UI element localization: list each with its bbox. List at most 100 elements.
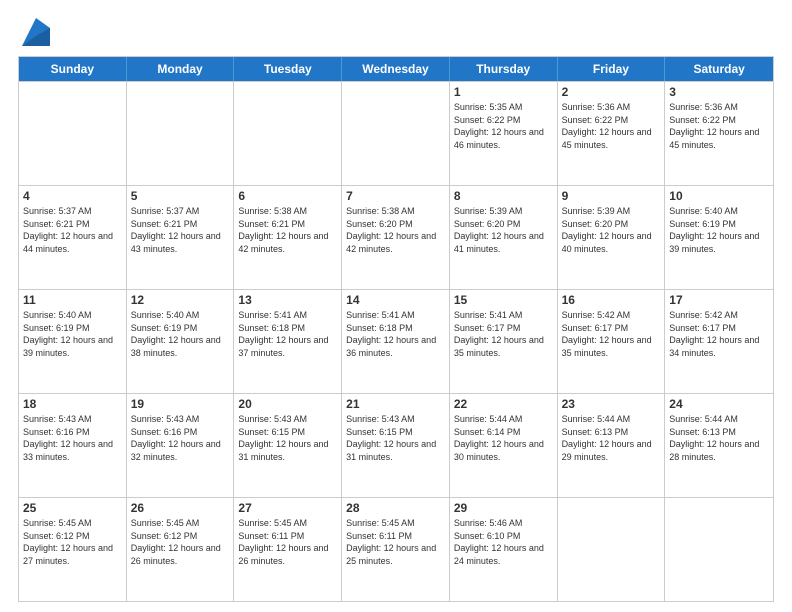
- day-info: Sunrise: 5:44 AM Sunset: 6:14 PM Dayligh…: [454, 413, 553, 463]
- day-info: Sunrise: 5:45 AM Sunset: 6:12 PM Dayligh…: [131, 517, 230, 567]
- day-info: Sunrise: 5:43 AM Sunset: 6:15 PM Dayligh…: [238, 413, 337, 463]
- day-number: 5: [131, 189, 230, 203]
- calendar-cell: [558, 498, 666, 601]
- day-info: Sunrise: 5:43 AM Sunset: 6:15 PM Dayligh…: [346, 413, 445, 463]
- calendar-cell: 18 Sunrise: 5:43 AM Sunset: 6:16 PM Dayli…: [19, 394, 127, 497]
- day-number: 13: [238, 293, 337, 307]
- day-info: Sunrise: 5:40 AM Sunset: 6:19 PM Dayligh…: [131, 309, 230, 359]
- day-info: Sunrise: 5:45 AM Sunset: 6:12 PM Dayligh…: [23, 517, 122, 567]
- day-info: Sunrise: 5:37 AM Sunset: 6:21 PM Dayligh…: [23, 205, 122, 255]
- day-info: Sunrise: 5:35 AM Sunset: 6:22 PM Dayligh…: [454, 101, 553, 151]
- logo: [18, 18, 50, 46]
- calendar-cell: [127, 82, 235, 185]
- calendar-cell: 9 Sunrise: 5:39 AM Sunset: 6:20 PM Daylig…: [558, 186, 666, 289]
- calendar-cell: 24 Sunrise: 5:44 AM Sunset: 6:13 PM Dayli…: [665, 394, 773, 497]
- calendar-cell: 17 Sunrise: 5:42 AM Sunset: 6:17 PM Dayli…: [665, 290, 773, 393]
- day-number: 12: [131, 293, 230, 307]
- day-info: Sunrise: 5:36 AM Sunset: 6:22 PM Dayligh…: [562, 101, 661, 151]
- calendar-cell: 28 Sunrise: 5:45 AM Sunset: 6:11 PM Dayli…: [342, 498, 450, 601]
- day-info: Sunrise: 5:39 AM Sunset: 6:20 PM Dayligh…: [454, 205, 553, 255]
- week-row-3: 11 Sunrise: 5:40 AM Sunset: 6:19 PM Dayli…: [19, 289, 773, 393]
- day-number: 15: [454, 293, 553, 307]
- calendar-cell: 29 Sunrise: 5:46 AM Sunset: 6:10 PM Dayli…: [450, 498, 558, 601]
- day-info: Sunrise: 5:44 AM Sunset: 6:13 PM Dayligh…: [669, 413, 769, 463]
- day-info: Sunrise: 5:43 AM Sunset: 6:16 PM Dayligh…: [131, 413, 230, 463]
- day-info: Sunrise: 5:37 AM Sunset: 6:21 PM Dayligh…: [131, 205, 230, 255]
- week-row-2: 4 Sunrise: 5:37 AM Sunset: 6:21 PM Daylig…: [19, 185, 773, 289]
- weekday-header: Wednesday: [342, 57, 450, 81]
- page-header: [18, 18, 774, 46]
- day-number: 29: [454, 501, 553, 515]
- calendar-cell: 10 Sunrise: 5:40 AM Sunset: 6:19 PM Dayli…: [665, 186, 773, 289]
- calendar-cell: 11 Sunrise: 5:40 AM Sunset: 6:19 PM Dayli…: [19, 290, 127, 393]
- calendar-cell: 25 Sunrise: 5:45 AM Sunset: 6:12 PM Dayli…: [19, 498, 127, 601]
- day-info: Sunrise: 5:41 AM Sunset: 6:18 PM Dayligh…: [238, 309, 337, 359]
- day-info: Sunrise: 5:40 AM Sunset: 6:19 PM Dayligh…: [669, 205, 769, 255]
- day-number: 14: [346, 293, 445, 307]
- day-info: Sunrise: 5:40 AM Sunset: 6:19 PM Dayligh…: [23, 309, 122, 359]
- logo-icon: [22, 18, 50, 46]
- calendar-cell: 26 Sunrise: 5:45 AM Sunset: 6:12 PM Dayli…: [127, 498, 235, 601]
- calendar-cell: 6Sunrise: 5:38 AM Sunset: 6:21 PM Daylig…: [234, 186, 342, 289]
- calendar-cell: 21 Sunrise: 5:43 AM Sunset: 6:15 PM Dayli…: [342, 394, 450, 497]
- calendar-cell: [342, 82, 450, 185]
- day-info: Sunrise: 5:42 AM Sunset: 6:17 PM Dayligh…: [562, 309, 661, 359]
- calendar-page: SundayMondayTuesdayWednesdayThursdayFrid…: [0, 0, 792, 612]
- day-number: 27: [238, 501, 337, 515]
- day-number: 26: [131, 501, 230, 515]
- calendar-cell: 4 Sunrise: 5:37 AM Sunset: 6:21 PM Daylig…: [19, 186, 127, 289]
- day-number: 25: [23, 501, 122, 515]
- day-number: 10: [669, 189, 769, 203]
- calendar-cell: 14Sunrise: 5:41 AM Sunset: 6:18 PM Dayli…: [342, 290, 450, 393]
- day-info: Sunrise: 5:39 AM Sunset: 6:20 PM Dayligh…: [562, 205, 661, 255]
- day-info: Sunrise: 5:46 AM Sunset: 6:10 PM Dayligh…: [454, 517, 553, 567]
- day-number: 6: [238, 189, 337, 203]
- day-number: 23: [562, 397, 661, 411]
- calendar: SundayMondayTuesdayWednesdayThursdayFrid…: [18, 56, 774, 602]
- weekday-header: Tuesday: [234, 57, 342, 81]
- calendar-cell: 3Sunrise: 5:36 AM Sunset: 6:22 PM Daylig…: [665, 82, 773, 185]
- calendar-header-row: SundayMondayTuesdayWednesdayThursdayFrid…: [19, 57, 773, 81]
- week-row-5: 25 Sunrise: 5:45 AM Sunset: 6:12 PM Dayli…: [19, 497, 773, 601]
- day-number: 7: [346, 189, 445, 203]
- calendar-cell: 7 Sunrise: 5:38 AM Sunset: 6:20 PM Daylig…: [342, 186, 450, 289]
- day-number: 28: [346, 501, 445, 515]
- weekday-header: Thursday: [450, 57, 558, 81]
- calendar-cell: 15 Sunrise: 5:41 AM Sunset: 6:17 PM Dayli…: [450, 290, 558, 393]
- day-number: 1: [454, 85, 553, 99]
- calendar-cell: 27 Sunrise: 5:45 AM Sunset: 6:11 PM Dayli…: [234, 498, 342, 601]
- calendar-body: 1 Sunrise: 5:35 AM Sunset: 6:22 PM Daylig…: [19, 81, 773, 601]
- calendar-cell: 22 Sunrise: 5:44 AM Sunset: 6:14 PM Dayli…: [450, 394, 558, 497]
- calendar-cell: 16 Sunrise: 5:42 AM Sunset: 6:17 PM Dayli…: [558, 290, 666, 393]
- week-row-4: 18 Sunrise: 5:43 AM Sunset: 6:16 PM Dayli…: [19, 393, 773, 497]
- day-number: 2: [562, 85, 661, 99]
- day-number: 9: [562, 189, 661, 203]
- day-number: 22: [454, 397, 553, 411]
- day-number: 20: [238, 397, 337, 411]
- day-number: 19: [131, 397, 230, 411]
- week-row-1: 1 Sunrise: 5:35 AM Sunset: 6:22 PM Daylig…: [19, 81, 773, 185]
- weekday-header: Saturday: [665, 57, 773, 81]
- calendar-cell: 2 Sunrise: 5:36 AM Sunset: 6:22 PM Daylig…: [558, 82, 666, 185]
- weekday-header: Monday: [127, 57, 235, 81]
- day-info: Sunrise: 5:38 AM Sunset: 6:20 PM Dayligh…: [346, 205, 445, 255]
- calendar-cell: [234, 82, 342, 185]
- calendar-cell: 5 Sunrise: 5:37 AM Sunset: 6:21 PM Daylig…: [127, 186, 235, 289]
- day-number: 11: [23, 293, 122, 307]
- day-info: Sunrise: 5:43 AM Sunset: 6:16 PM Dayligh…: [23, 413, 122, 463]
- day-number: 8: [454, 189, 553, 203]
- day-info: Sunrise: 5:42 AM Sunset: 6:17 PM Dayligh…: [669, 309, 769, 359]
- calendar-cell: 23Sunrise: 5:44 AM Sunset: 6:13 PM Dayli…: [558, 394, 666, 497]
- day-info: Sunrise: 5:45 AM Sunset: 6:11 PM Dayligh…: [238, 517, 337, 567]
- day-number: 17: [669, 293, 769, 307]
- day-info: Sunrise: 5:41 AM Sunset: 6:17 PM Dayligh…: [454, 309, 553, 359]
- day-number: 24: [669, 397, 769, 411]
- day-number: 21: [346, 397, 445, 411]
- day-info: Sunrise: 5:45 AM Sunset: 6:11 PM Dayligh…: [346, 517, 445, 567]
- day-number: 16: [562, 293, 661, 307]
- calendar-cell: 8 Sunrise: 5:39 AM Sunset: 6:20 PM Daylig…: [450, 186, 558, 289]
- calendar-cell: 12 Sunrise: 5:40 AM Sunset: 6:19 PM Dayli…: [127, 290, 235, 393]
- day-number: 4: [23, 189, 122, 203]
- weekday-header: Sunday: [19, 57, 127, 81]
- day-number: 18: [23, 397, 122, 411]
